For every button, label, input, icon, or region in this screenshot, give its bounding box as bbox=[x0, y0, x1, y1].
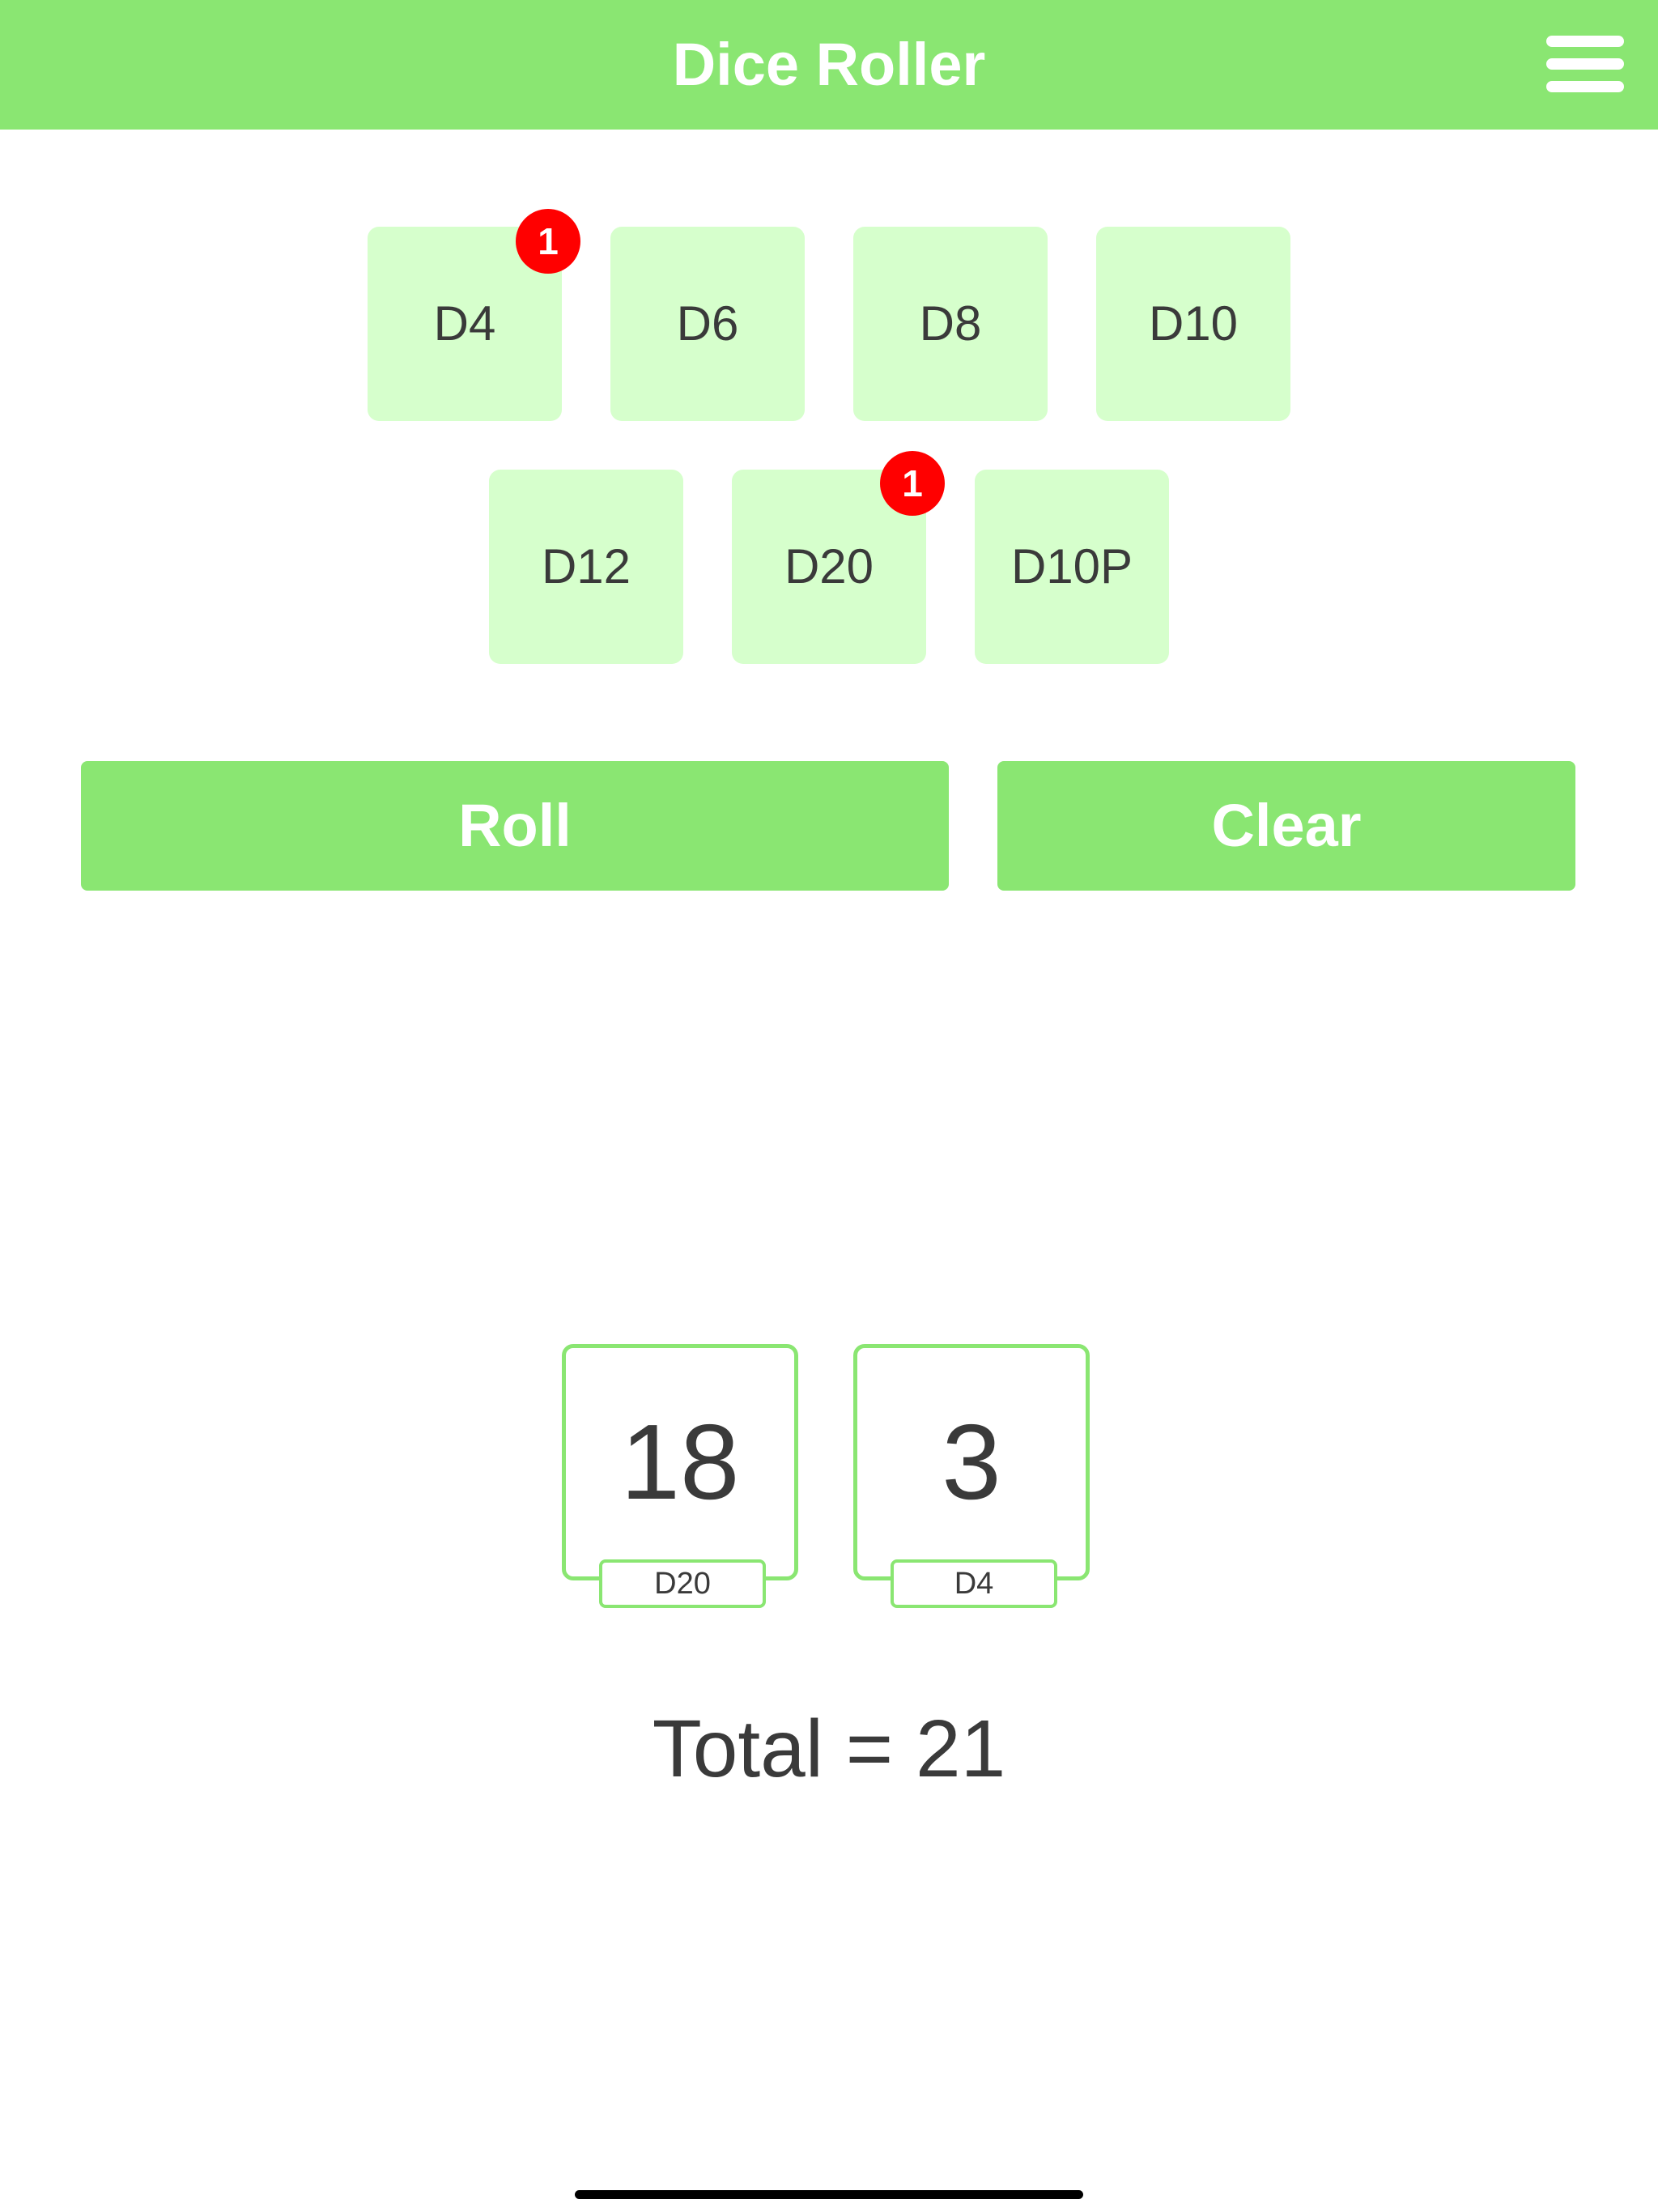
page-title: Dice Roller bbox=[672, 31, 986, 98]
die-count-badge-d4: 1 bbox=[516, 209, 580, 274]
result-die-label: D20 bbox=[599, 1559, 766, 1608]
die-label: D10 bbox=[1148, 296, 1239, 351]
home-indicator[interactable] bbox=[575, 2190, 1083, 2199]
roll-button[interactable]: Roll bbox=[81, 761, 949, 891]
total-text: Total = 21 bbox=[652, 1704, 1006, 1794]
app-screen: Dice Roller D4 1 D6 D8 D10 D12 D20 1 D10… bbox=[0, 0, 1658, 2212]
result-value: 18 bbox=[620, 1402, 740, 1521]
die-button-d6[interactable]: D6 bbox=[610, 227, 805, 421]
die-button-d10p[interactable]: D10P bbox=[975, 470, 1169, 664]
result-card-d4: 3 bbox=[853, 1344, 1090, 1580]
result-card-d20: 18 bbox=[562, 1344, 798, 1580]
die-label: D4 bbox=[433, 296, 496, 351]
die-button-d8[interactable]: D8 bbox=[853, 227, 1048, 421]
clear-button[interactable]: Clear bbox=[997, 761, 1575, 891]
header-bar: Dice Roller bbox=[0, 0, 1658, 130]
hamburger-menu-icon[interactable] bbox=[1538, 29, 1632, 100]
die-label: D6 bbox=[676, 296, 739, 351]
die-label: D8 bbox=[919, 296, 982, 351]
result-value: 3 bbox=[942, 1402, 1001, 1521]
die-label: D20 bbox=[784, 539, 874, 593]
die-label: D12 bbox=[541, 539, 631, 593]
die-count-badge-d20: 1 bbox=[880, 451, 945, 516]
die-button-d10[interactable]: D10 bbox=[1096, 227, 1290, 421]
die-label: D10P bbox=[1010, 539, 1133, 593]
result-die-label: D4 bbox=[891, 1559, 1057, 1608]
die-button-d12[interactable]: D12 bbox=[489, 470, 683, 664]
